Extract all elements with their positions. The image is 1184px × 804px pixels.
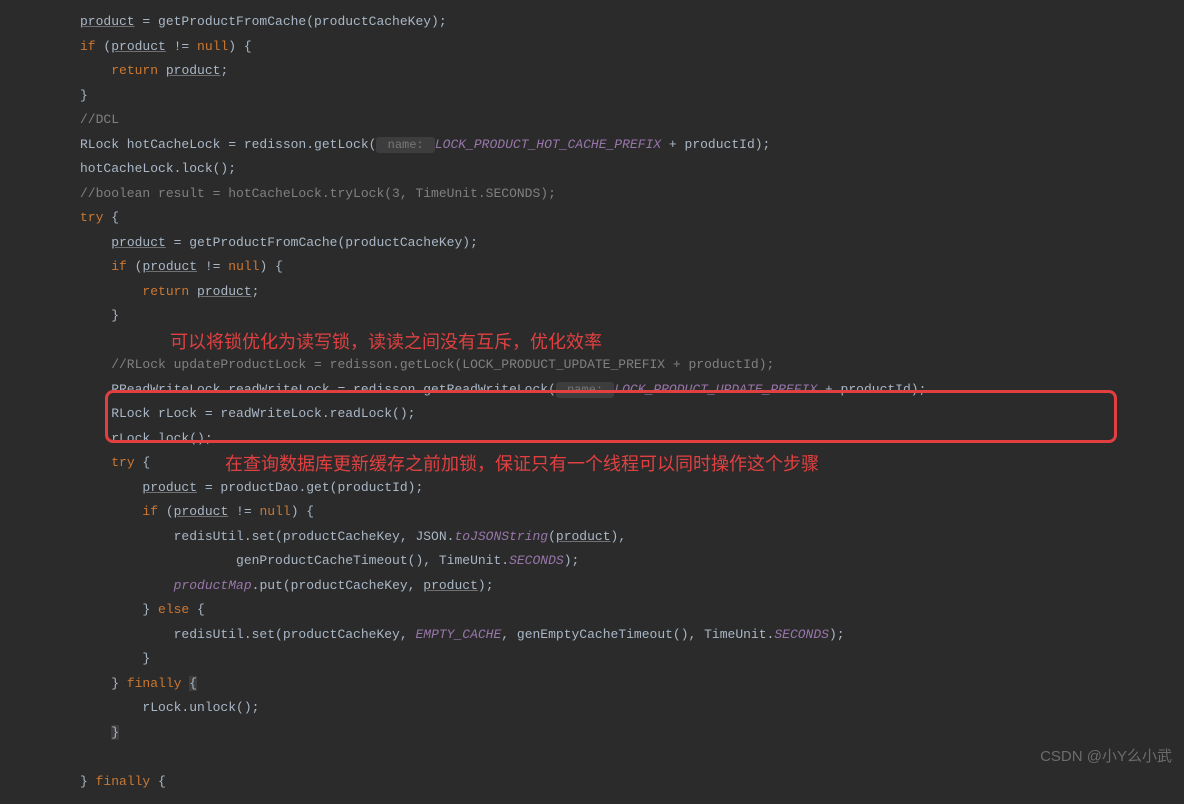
- code-line: } finally {: [80, 770, 1184, 795]
- code-line: genProductCacheTimeout(), TimeUnit.SECON…: [80, 549, 1184, 574]
- code-line: productMap.put(productCacheKey, product)…: [80, 574, 1184, 599]
- code-line: if (product != null) {: [80, 255, 1184, 280]
- code-line: }: [80, 721, 1184, 746]
- code-line: if (product != null) {: [80, 35, 1184, 60]
- code-line: redisUtil.set(productCacheKey, JSON.toJS…: [80, 525, 1184, 550]
- code-line: //DCL: [80, 108, 1184, 133]
- code-editor[interactable]: product = getProductFromCache(productCac…: [0, 10, 1184, 794]
- code-line: if (product != null) {: [80, 500, 1184, 525]
- highlight-box: [105, 390, 1117, 443]
- annotation-text-2: 在查询数据库更新缓存之前加锁，保证只有一个线程可以同时操作这个步骤: [225, 452, 819, 477]
- code-line: return product;: [80, 280, 1184, 305]
- annotation-text-1: 可以将锁优化为读写锁，读读之间没有互斥，优化效率: [170, 330, 602, 355]
- code-line: //boolean result = hotCacheLock.tryLock(…: [80, 182, 1184, 207]
- code-line: rLock.unlock();: [80, 696, 1184, 721]
- code-line: product = productDao.get(productId);: [80, 476, 1184, 501]
- code-line: }: [80, 84, 1184, 109]
- code-line: } else {: [80, 598, 1184, 623]
- code-line: product = getProductFromCache(productCac…: [80, 231, 1184, 256]
- watermark: CSDN @小Y么小武: [1040, 745, 1172, 770]
- code-line: try {: [80, 206, 1184, 231]
- code-line: [80, 745, 1184, 770]
- code-line: return product;: [80, 59, 1184, 84]
- code-line: hotCacheLock.lock();: [80, 157, 1184, 182]
- code-line: product = getProductFromCache(productCac…: [80, 10, 1184, 35]
- code-line: }: [80, 304, 1184, 329]
- code-line: }: [80, 647, 1184, 672]
- code-line: RLock hotCacheLock = redisson.getLock( n…: [80, 133, 1184, 158]
- code-line: //RLock updateProductLock = redisson.get…: [80, 353, 1184, 378]
- code-line: } finally {: [80, 672, 1184, 697]
- code-line: redisUtil.set(productCacheKey, EMPTY_CAC…: [80, 623, 1184, 648]
